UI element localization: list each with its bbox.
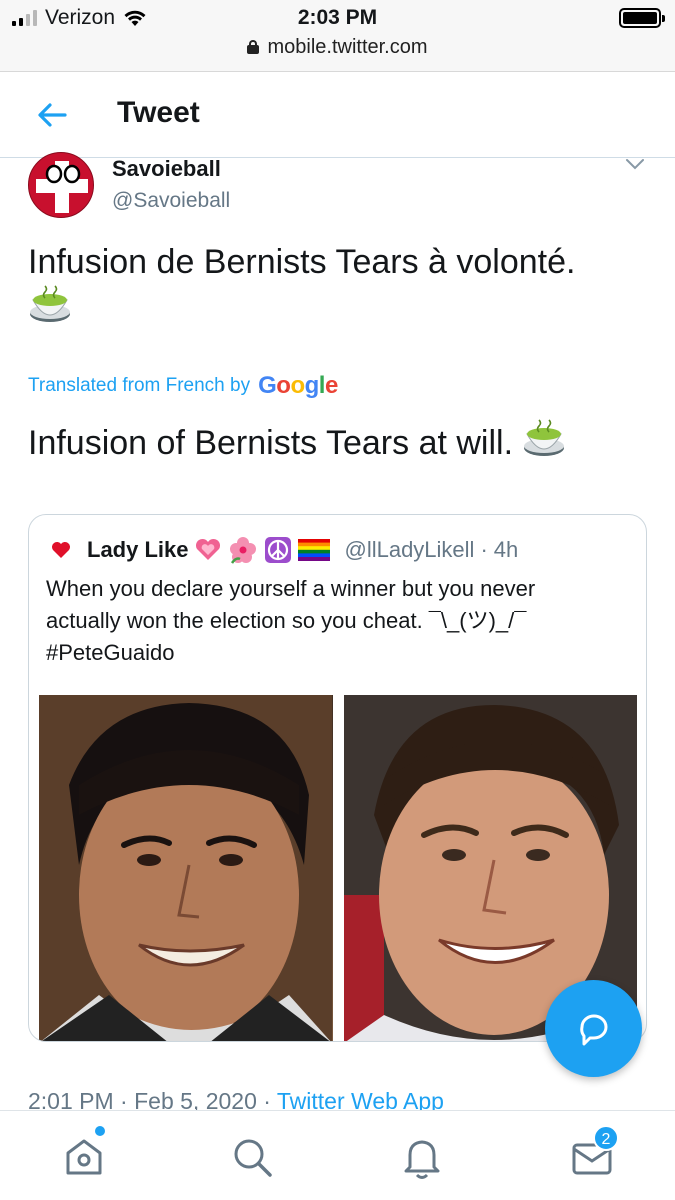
lock-icon xyxy=(247,40,260,54)
bottom-nav xyxy=(0,1110,675,1200)
quoted-tweet-header: Lady Like @llLadyLikell · 4h xyxy=(51,535,518,565)
translated-label: Translated from French by xyxy=(28,375,251,396)
quoted-author-name[interactable]: Lady Like xyxy=(87,537,188,563)
translation-content: Infusion of Bernists Tears at will. xyxy=(28,424,514,462)
messages-badge: 2 xyxy=(593,1125,619,1151)
bell-icon[interactable] xyxy=(398,1133,446,1181)
home-notification-dot xyxy=(95,1126,105,1136)
author-name[interactable]: Savoieball xyxy=(112,156,221,182)
quoted-time: 4h xyxy=(493,537,519,562)
translation-text: Infusion of Bernists Tears at will. xyxy=(28,418,648,465)
battery-icon xyxy=(619,8,665,28)
quoted-tweet-text: When you declare yourself a winner but y… xyxy=(46,573,641,669)
quoted-text-line1: When you declare yourself a winner but y… xyxy=(46,576,536,601)
address-bar[interactable]: mobile.twitter.com xyxy=(0,36,675,59)
reply-bubble-icon xyxy=(579,1014,607,1045)
sparkling-heart-emoji-icon xyxy=(196,538,221,560)
author-handle[interactable]: @Savoieball xyxy=(112,189,230,213)
peace-symbol-emoji-icon xyxy=(265,537,292,563)
teacup-emoji-icon xyxy=(524,419,565,456)
quoted-separator: · xyxy=(480,537,488,562)
status-bar: Verizon 2:03 PM mobile.twitter.com xyxy=(0,0,675,72)
chevron-down-icon[interactable] xyxy=(625,158,645,170)
quoted-media xyxy=(39,695,637,1041)
rainbow-flag-emoji-icon xyxy=(298,539,331,561)
quoted-hashtag[interactable]: #PeteGuaido xyxy=(46,640,174,665)
tweet-text: Infusion de Bernists Tears à volonté. xyxy=(28,240,648,331)
page-title: Tweet xyxy=(117,96,200,129)
clock: 2:03 PM xyxy=(297,6,378,29)
page-header: Tweet xyxy=(0,72,675,158)
search-icon[interactable] xyxy=(228,1133,276,1181)
url-text: mobile.twitter.com xyxy=(267,36,428,58)
portrait-left-image xyxy=(39,695,332,1041)
red-heart-emoji-icon xyxy=(52,542,70,558)
tweet-text-content: Infusion de Bernists Tears à volonté. xyxy=(28,243,576,281)
quoted-image-left[interactable] xyxy=(39,695,333,1041)
quoted-handle[interactable]: @llLadyLikell xyxy=(344,537,474,563)
translated-by: Translated from French by Google xyxy=(28,372,338,400)
quoted-tweet[interactable]: Lady Like @llLadyLikell · 4h When you de… xyxy=(28,514,647,1042)
home-icon[interactable] xyxy=(60,1133,108,1181)
avatar[interactable] xyxy=(28,152,94,218)
teacup-emoji-icon xyxy=(30,285,70,322)
back-arrow-icon[interactable] xyxy=(36,100,68,130)
compose-reply-button[interactable] xyxy=(545,980,642,1077)
eyes-icon xyxy=(45,164,81,184)
hibiscus-emoji-icon xyxy=(230,537,257,564)
google-logo: Google xyxy=(258,372,338,399)
quoted-text-line2: actually won the election so you cheat. … xyxy=(46,608,527,633)
